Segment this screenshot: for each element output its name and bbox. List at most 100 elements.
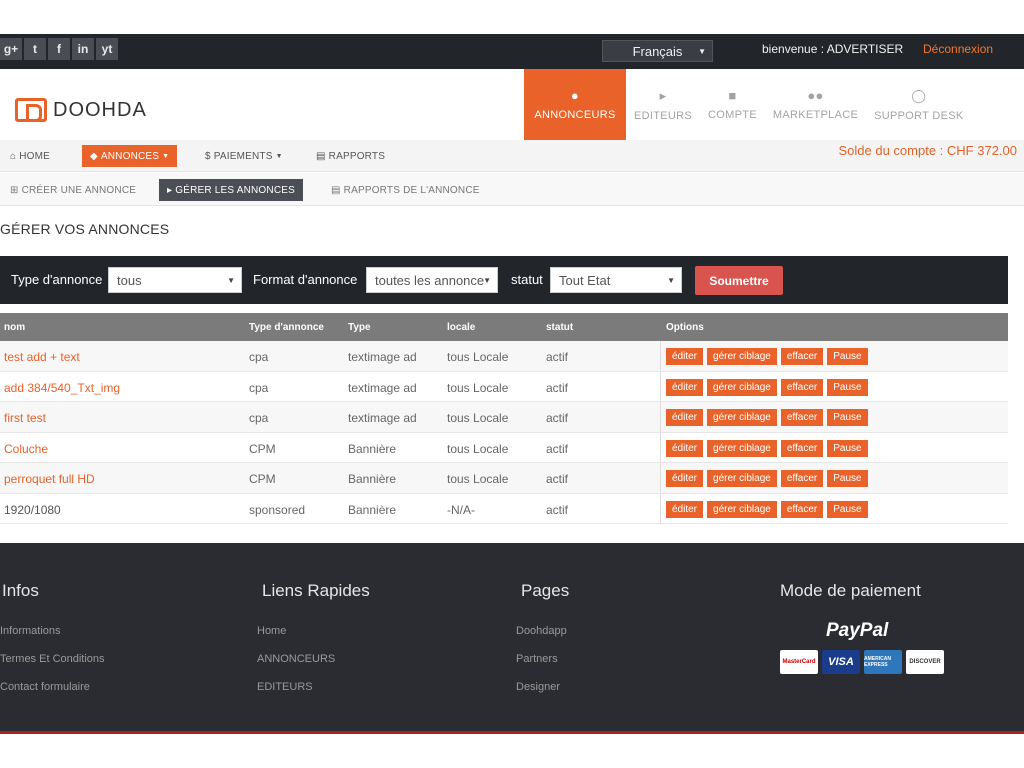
tab-label: GÉRER LES ANNONCES: [175, 184, 295, 196]
cell-statut: actif: [546, 411, 569, 425]
col-locale: locale: [447, 322, 476, 333]
footer-payment-title: Mode de paiement: [780, 581, 921, 600]
nav-label: COMPTE: [708, 109, 757, 121]
col-statut: statut: [546, 322, 574, 333]
manage-targeting-button[interactable]: gérer ciblage: [707, 348, 777, 365]
linkedin-icon[interactable]: in: [72, 38, 94, 60]
caret-down-icon: ▼: [483, 275, 491, 285]
edit-button[interactable]: éditer: [666, 439, 704, 457]
delete-button[interactable]: effacer: [780, 500, 824, 518]
footer-link[interactable]: ANNONCEURS: [257, 653, 335, 665]
footer-link[interactable]: Termes Et Conditions: [0, 653, 105, 665]
tag-icon: ◆: [90, 150, 98, 162]
manage-targeting-button[interactable]: gérer ciblage: [707, 409, 777, 426]
logout-link[interactable]: Déconnexion: [923, 42, 993, 56]
nav-editeurs[interactable]: ▸ EDITEURS: [626, 69, 700, 140]
manage-targeting-button[interactable]: gérer ciblage: [707, 500, 777, 518]
cell-locale: tous Locale: [447, 441, 509, 456]
footer-link[interactable]: Home: [257, 625, 286, 637]
footer-link[interactable]: EDITEURS: [257, 681, 313, 693]
footer-link[interactable]: Contact formulaire: [0, 681, 90, 693]
tab-ad-reports[interactable]: ▤ RAPPORTS DE L'ANNONCE: [331, 179, 480, 201]
tab-create-ad[interactable]: ⊞ CRÉER UNE ANNONCE: [10, 179, 136, 201]
sub-nav-secondary: ⊞ CRÉER UNE ANNONCE ▸ GÉRER LES ANNONCES…: [0, 173, 1024, 206]
manage-targeting-button[interactable]: gérer ciblage: [707, 439, 777, 457]
logo-mark-icon: [15, 98, 47, 122]
type-select[interactable]: tous ▼: [108, 267, 242, 293]
footer-link[interactable]: Doohdapp: [516, 625, 567, 637]
caret-down-icon: ▼: [162, 152, 170, 160]
tab-manage-ads[interactable]: ▸ GÉRER LES ANNONCES: [159, 179, 303, 201]
nav-label: ANNONCEURS: [534, 109, 616, 121]
delete-button[interactable]: effacer: [780, 378, 824, 396]
top-bar: g+ t f in yt Français ▼ bienvenue : ADVE…: [0, 34, 1024, 69]
footer-link[interactable]: Informations: [0, 625, 61, 637]
pause-button[interactable]: Pause: [827, 348, 868, 365]
edit-button[interactable]: éditer: [666, 348, 704, 365]
delete-button[interactable]: effacer: [780, 439, 824, 457]
cell-nom[interactable]: test add + text: [4, 350, 80, 364]
edit-button[interactable]: éditer: [666, 500, 704, 518]
format-select[interactable]: toutes les annonce ▼: [366, 267, 498, 293]
nav-support-desk[interactable]: ◯ SUPPORT DESK: [866, 69, 971, 140]
cell-nom[interactable]: Coluche: [4, 442, 48, 456]
cell-locale: tous Locale: [447, 350, 509, 364]
cell-nom[interactable]: 1920/1080: [4, 503, 61, 517]
manage-targeting-button[interactable]: gérer ciblage: [707, 378, 777, 396]
caret-down-icon: ▼: [667, 275, 675, 285]
status-select[interactable]: Tout Etat ▼: [550, 267, 682, 293]
welcome-text: bienvenue : ADVERTISER: [762, 42, 904, 56]
visa-icon: VISA: [822, 650, 860, 674]
row-options: éditer gérer ciblage effacer Pause: [666, 470, 868, 487]
tab-home[interactable]: ⌂ HOME: [10, 145, 50, 167]
cell-statut: actif: [546, 441, 569, 456]
dollar-icon: $: [205, 150, 211, 162]
cell-nom[interactable]: add 384/540_Txt_img: [4, 381, 120, 395]
cell-statut: actif: [546, 472, 569, 486]
pause-button[interactable]: Pause: [827, 439, 868, 457]
delete-button[interactable]: effacer: [780, 470, 824, 487]
manage-targeting-button[interactable]: gérer ciblage: [707, 470, 777, 487]
user-icon: ●: [570, 88, 580, 103]
tab-paiements[interactable]: $ PAIEMENTS ▼: [205, 145, 283, 167]
sub-nav-primary: ⌂ HOME ◆ ANNONCES ▼ $ PAIEMENTS ▼ ▤ RAPP…: [0, 140, 1024, 172]
tab-annonces[interactable]: ◆ ANNONCES ▼: [82, 145, 178, 167]
cell-nom[interactable]: perroquet full HD: [4, 472, 95, 486]
delete-button[interactable]: effacer: [780, 348, 824, 365]
cell-nom[interactable]: first test: [4, 411, 46, 425]
edit-button[interactable]: éditer: [666, 378, 704, 396]
facebook-icon[interactable]: f: [48, 38, 70, 60]
logo[interactable]: DOOHDA: [15, 98, 147, 122]
pause-button[interactable]: Pause: [827, 470, 868, 487]
cell-locale: -N/A-: [447, 502, 475, 517]
pause-button[interactable]: Pause: [827, 409, 868, 426]
table-row: first test cpa textimage ad tous Locale acti…: [0, 402, 1008, 433]
google-plus-icon[interactable]: g+: [0, 38, 22, 60]
row-options: éditer gérer ciblage effacer Pause: [666, 348, 868, 365]
edit-button[interactable]: éditer: [666, 470, 704, 487]
nav-marketplace[interactable]: ●● MARKETPLACE: [765, 69, 866, 140]
nav-compte[interactable]: ■ COMPTE: [700, 69, 765, 140]
cell-locale: tous Locale: [447, 472, 509, 486]
delete-button[interactable]: effacer: [780, 409, 824, 426]
caret-down-icon: ▼: [275, 152, 283, 160]
footer-link[interactable]: Partners: [516, 653, 558, 665]
account-balance: Solde du compte : CHF 372.00: [838, 143, 1018, 158]
pause-button[interactable]: Pause: [827, 500, 868, 518]
row-options: éditer gérer ciblage effacer Pause: [666, 378, 868, 396]
tab-label: HOME: [19, 150, 51, 162]
briefcase-icon: ■: [728, 88, 737, 103]
nav-annonceurs[interactable]: ● ANNONCEURS: [524, 69, 626, 140]
twitter-icon[interactable]: t: [24, 38, 46, 60]
youtube-icon[interactable]: yt: [96, 38, 118, 60]
submit-button[interactable]: Soumettre: [695, 266, 783, 295]
footer-link[interactable]: Designer: [516, 681, 560, 693]
edit-button[interactable]: éditer: [666, 409, 704, 426]
row-options: éditer gérer ciblage effacer Pause: [666, 439, 868, 457]
cell-type-annonce: cpa: [249, 350, 269, 364]
pause-button[interactable]: Pause: [827, 378, 868, 396]
paypal-logo: PayPal: [826, 620, 889, 641]
language-select[interactable]: Français ▼: [602, 40, 713, 62]
table-row: add 384/540_Txt_img cpa textimage ad tous L…: [0, 371, 1008, 402]
tab-rapports[interactable]: ▤ RAPPORTS: [316, 145, 385, 167]
